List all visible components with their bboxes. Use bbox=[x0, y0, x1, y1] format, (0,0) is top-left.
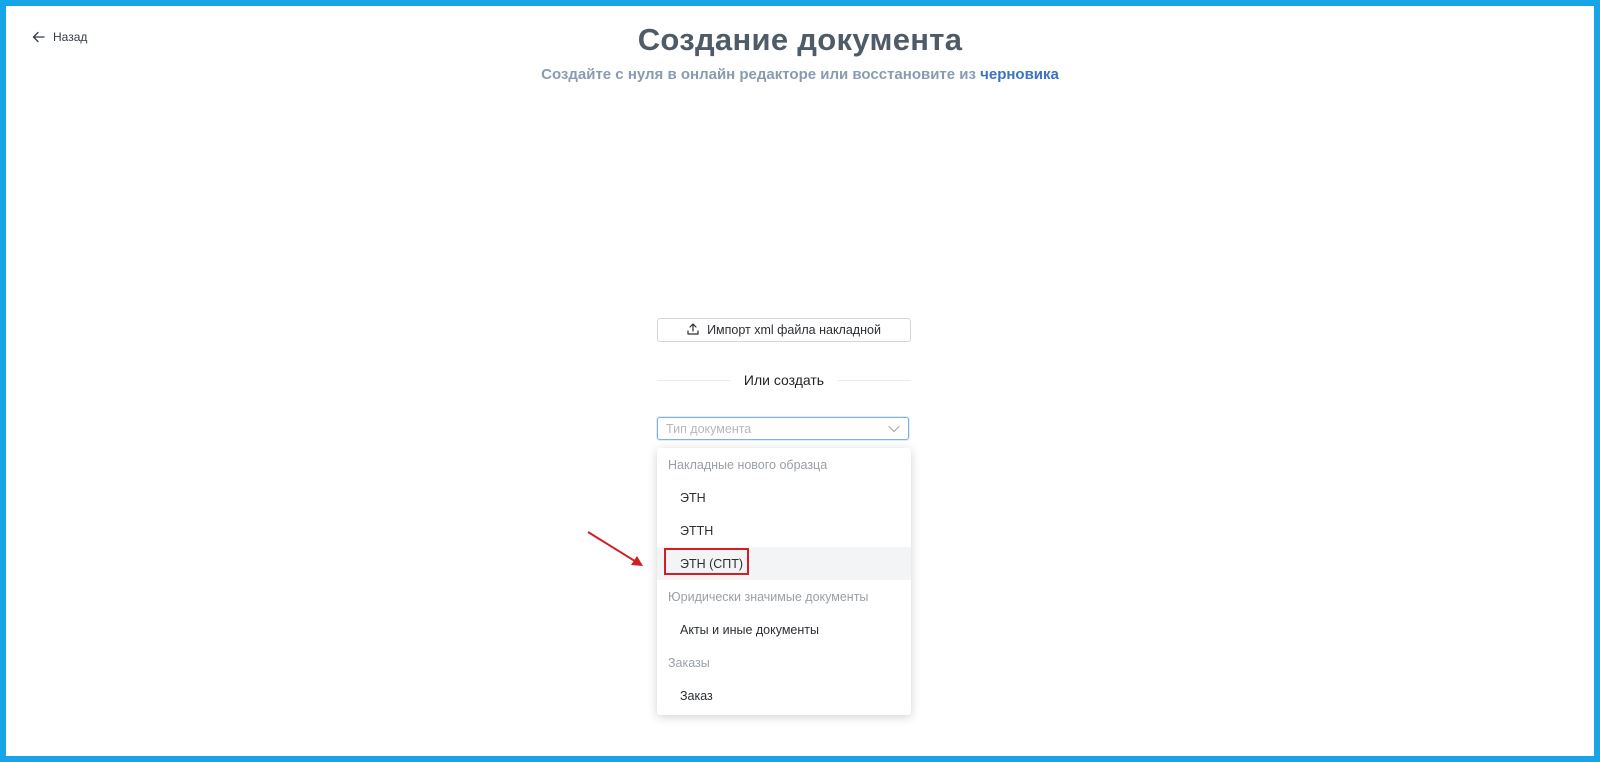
highlight-box bbox=[664, 548, 749, 575]
import-xml-button[interactable]: Импорт xml файла накладной bbox=[657, 318, 911, 342]
document-type-dropdown: Накладные нового образца ЭТН ЭТТН ЭТН (С… bbox=[657, 448, 911, 715]
group-label-new-waybills: Накладные нового образца bbox=[668, 457, 828, 472]
page-title: Создание документа bbox=[637, 22, 963, 57]
import-label: Импорт xml файла накладной bbox=[707, 323, 881, 337]
option-ettn[interactable]: ЭТТН bbox=[657, 514, 911, 547]
option-label: ЭТТН bbox=[680, 523, 714, 538]
option-label: Заказ bbox=[680, 688, 713, 703]
group-label-legal-documents: Юридически значимые документы bbox=[668, 589, 869, 604]
upload-icon bbox=[687, 322, 699, 338]
document-type-placeholder: Тип документа bbox=[666, 421, 752, 436]
option-acts[interactable]: Акты и иные документы bbox=[657, 613, 911, 646]
page: Назад Создание документа Создайте с нуля… bbox=[6, 6, 1594, 756]
option-label: Акты и иные документы bbox=[680, 622, 820, 637]
divider-line-right bbox=[838, 379, 912, 381]
document-type-select[interactable]: Тип документа bbox=[657, 417, 909, 440]
or-create-label: Или создать bbox=[743, 372, 825, 388]
option-order[interactable]: Заказ bbox=[657, 679, 911, 712]
divider-line-left bbox=[657, 379, 730, 381]
page-subtitle: Создайте с нуля в онлайн редакторе или в… bbox=[6, 66, 1594, 83]
option-label: ЭТН bbox=[680, 490, 706, 505]
annotation-arrow-icon bbox=[586, 530, 646, 575]
drafts-link[interactable]: черновика bbox=[980, 66, 1059, 83]
or-create-divider: Или создать bbox=[657, 370, 912, 390]
subtitle-text: Создайте с нуля в онлайн редакторе или в… bbox=[541, 66, 976, 83]
group-label-orders: Заказы bbox=[668, 655, 710, 670]
option-etn[interactable]: ЭТН bbox=[657, 481, 911, 514]
chevron-down-icon bbox=[888, 420, 900, 438]
option-etn-spt[interactable]: ЭТН (СПТ) bbox=[657, 547, 911, 580]
